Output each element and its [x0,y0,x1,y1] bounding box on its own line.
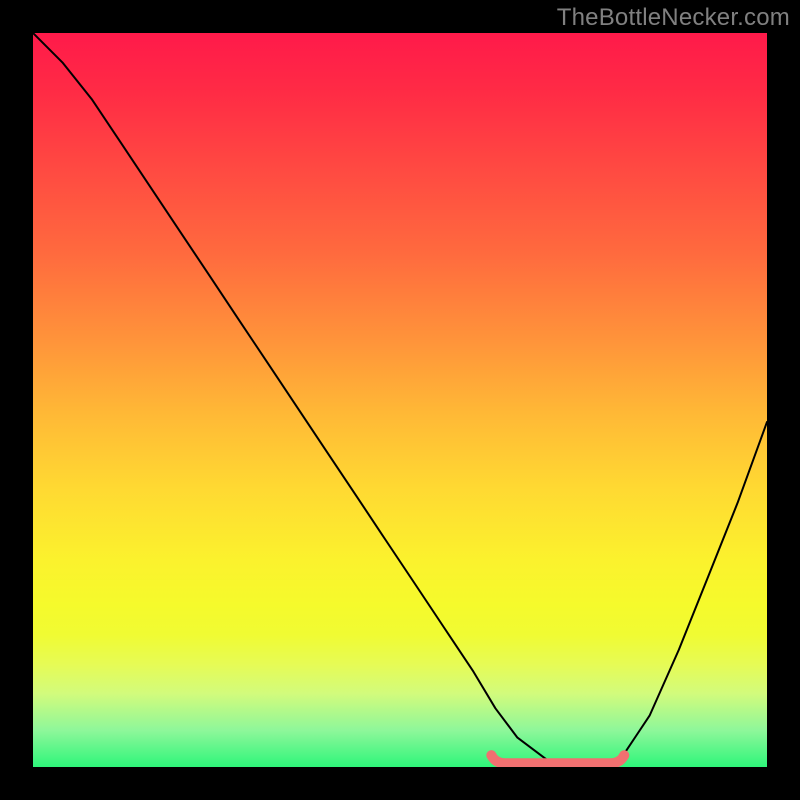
bottleneck-curve [33,33,767,767]
chart-plot-area [33,33,767,767]
optimal-zone-highlight [491,755,624,763]
optimal-zone-right-cap [619,750,629,760]
watermark-text: TheBottleNecker.com [557,4,790,32]
optimal-zone-left-cap [486,750,496,760]
chart-svg [33,33,767,767]
